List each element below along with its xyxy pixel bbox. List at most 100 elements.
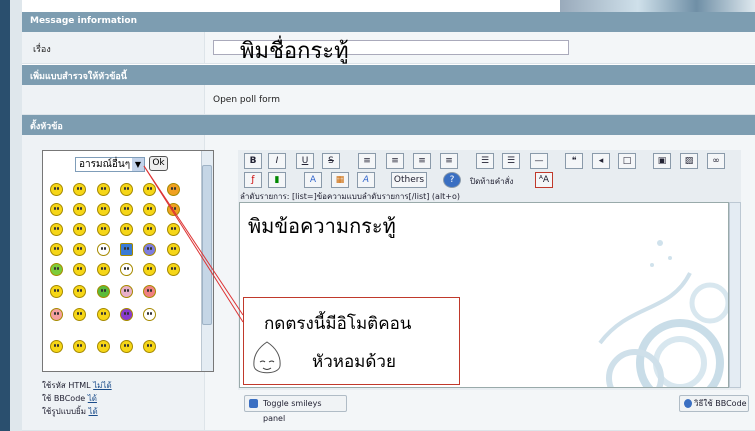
smilies-scroll-thumb[interactable] [202,165,212,325]
smiley-icon[interactable] [143,340,156,353]
smiley-icon[interactable] [97,203,110,216]
smiley-icon[interactable] [73,203,86,216]
smilies-category-value: อารมณ์อื่นๆ [79,159,131,170]
option-html-value[interactable]: ไม่ได้ [93,381,112,390]
smiley-icon[interactable] [167,223,180,236]
close-tags-link[interactable]: ปิดท้ายคำสั่ง [470,175,513,188]
flash-icon[interactable]: ƒ [244,172,262,188]
smiley-icon[interactable] [97,243,110,256]
box-icon[interactable]: □ [618,153,636,169]
help-icon[interactable]: ? [443,172,461,188]
smiley-icon[interactable] [120,203,133,216]
smiley-icon[interactable] [120,183,133,196]
smiley-icon[interactable] [97,285,110,298]
smiley-icon[interactable] [50,340,63,353]
smiley-icon[interactable] [143,263,156,276]
smiley-icon[interactable] [120,223,133,236]
smiley-icon[interactable] [167,243,180,256]
smiley-icon[interactable] [73,308,86,321]
smiley-icon[interactable] [50,263,63,276]
bbcode-help-label: วิธีใช้ BBCode [694,399,747,408]
smilies-scrollbar[interactable] [201,151,213,371]
smiley-icon[interactable] [97,183,110,196]
smiley-icon[interactable] [167,183,180,196]
left-border-light [10,0,22,431]
smiley-icon[interactable] [50,285,63,298]
image-icon[interactable]: ▣ [653,153,671,169]
option-smilies-value[interactable]: ได้ [89,407,98,416]
smiley-icon[interactable] [73,340,86,353]
smiley-icon[interactable] [97,263,110,276]
poll-row [22,85,755,115]
align-justify-icon[interactable]: ≡ [440,153,458,169]
smiley-icon[interactable] [143,285,156,298]
poll-label-cell [22,85,205,114]
color-icon[interactable]: ▦ [331,172,349,188]
align-right-icon[interactable]: ≡ [413,153,431,169]
smiley-icon[interactable] [120,285,133,298]
open-poll-link[interactable]: Open poll form [213,95,280,105]
code-icon[interactable]: ◂ [592,153,610,169]
onion-head-icon [253,341,281,374]
strike-button[interactable]: S [322,153,340,169]
smiley-icon[interactable] [97,308,110,321]
editor-scrollbar[interactable] [729,202,741,388]
smiley-icon[interactable] [167,263,180,276]
callout-line-2: หัวหอมด้วย [312,352,396,372]
smiley-icon[interactable] [73,285,86,298]
smiley-icon[interactable] [73,183,86,196]
font-size-icon[interactable]: A [357,172,375,188]
italic-button[interactable]: I [268,153,286,169]
subject-label: เรื่อง [33,45,51,55]
smiley-icon[interactable] [73,223,86,236]
smiley-icon[interactable] [73,243,86,256]
option-bbcode-label: ใช้ BBCode [42,394,86,403]
bullet-list-icon[interactable]: ☰ [476,153,494,169]
option-html: ใช้รหัส HTML ไม่ได้ [42,379,112,392]
smiley-icon[interactable] [143,243,156,256]
smiley-icon[interactable] [97,223,110,236]
picture-icon[interactable]: ▨ [680,153,698,169]
section-header-add-poll: เพิ่มแบบสำรวจให้หัวข้อนี้ [22,65,755,85]
annotation-callout: กดตรงนี้มีอิโมติคอน หัวหอมด้วย [243,297,460,385]
editor-annotation: พิมข้อความกระทู้ [248,214,396,238]
bold-button[interactable]: B [244,153,262,169]
smiley-icon[interactable] [120,263,133,276]
smiley-icon[interactable] [50,243,63,256]
toggle-smileys-button[interactable]: Toggle smileys panel [244,395,347,423]
align-left-icon[interactable]: ≡ [358,153,376,169]
smilies-category-dropdown[interactable]: อารมณ์อื่นๆ ▼ [75,157,145,172]
smiley-icon[interactable] [167,203,180,216]
font-color-icon[interactable]: ᴬA [535,172,553,188]
film-icon[interactable]: ▮ [268,172,286,188]
underline-button[interactable]: U [296,153,314,169]
horizontal-rule-icon[interactable]: — [530,153,548,169]
smiley-icon[interactable] [120,243,133,256]
others-button[interactable]: Others [391,172,427,188]
smiley-icon[interactable] [120,308,133,321]
section-header-post-topic: ตั้งหัวข้อ [22,115,755,135]
smiley-icon[interactable] [50,203,63,216]
option-bbcode-value[interactable]: ได้ [88,394,97,403]
smiley-icon[interactable] [73,263,86,276]
smiley-icon[interactable] [50,223,63,236]
smiley-icon[interactable] [120,340,133,353]
smiley-icon[interactable] [143,203,156,216]
font-face-icon[interactable]: A [304,172,322,188]
option-bbcode: ใช้ BBCode ได้ [42,392,97,405]
smiley-icon[interactable] [143,308,156,321]
info-icon [684,399,692,408]
numbered-list-icon[interactable]: ☰ [502,153,520,169]
chevron-down-icon[interactable]: ▼ [132,158,144,171]
smiley-icon[interactable] [143,223,156,236]
left-border [0,0,10,431]
link-icon[interactable]: ∞ [707,153,725,169]
align-center-icon[interactable]: ≡ [386,153,404,169]
smiley-icon[interactable] [143,183,156,196]
quote-icon[interactable]: ❝ [565,153,583,169]
smiley-icon[interactable] [50,308,63,321]
smiley-icon[interactable] [97,340,110,353]
smilies-ok-button[interactable]: Ok [149,156,168,171]
smiley-icon[interactable] [50,183,63,196]
bbcode-help-button[interactable]: วิธีใช้ BBCode [679,395,749,412]
